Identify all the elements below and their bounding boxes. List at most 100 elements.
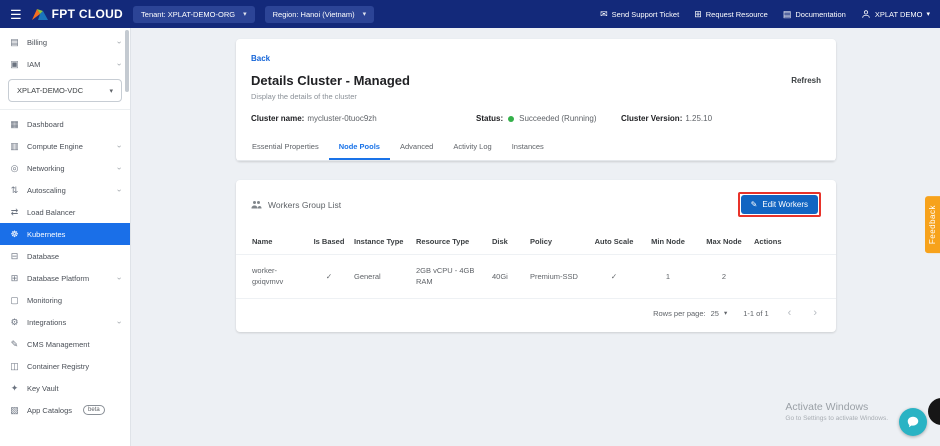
pagination-range: 1-1 of 1 [743,309,768,318]
navbar-right: ✉ Send Support Ticket ⊞ Request Resource… [600,9,930,19]
workers-group-card: Workers Group List ✎ Edit Workers Name I… [236,180,836,332]
tab-advanced[interactable]: Advanced [390,134,443,160]
tab-activity-log[interactable]: Activity Log [443,134,501,160]
send-support-ticket-link[interactable]: ✉ Send Support Ticket [600,10,679,19]
cluster-version-label: Cluster Version: [621,114,682,123]
caret-down-icon: ▾ [243,10,247,18]
feedback-tab[interactable]: Feedback [925,196,940,253]
sidebar-item-label: IAM [27,60,40,69]
refresh-button[interactable]: Refresh [791,76,821,85]
logo-text: FPT CLOUD [52,7,123,21]
sidebar-item-autoscaling[interactable]: ⇅ Autoscaling › [0,179,130,201]
previous-page-button[interactable]: ‹ [785,308,795,319]
col-header-is-based: Is Based [306,229,352,254]
region-selector[interactable]: Region: Hanoi (Vietnam) ▾ [265,6,375,23]
sidebar-item-database[interactable]: ⊟ Database [0,245,130,267]
documentation-icon: ▤ [783,10,792,19]
back-link[interactable]: Back [251,54,270,63]
sidebar-item-iam[interactable]: ▣ IAM › [0,53,130,75]
chevron-down-icon: › [115,167,124,170]
sidebar-item-app-catalogs[interactable]: ▧ App Catalogs beta [0,399,130,421]
sidebar-divider [0,109,130,110]
cluster-version-value: 1.25.10 [685,114,712,123]
key-vault-icon: ✦ [9,383,20,394]
request-resource-icon: ⊞ [694,10,702,19]
worker-name-link[interactable]: worker-gxiqvmvv [252,255,304,298]
workers-group-title: Workers Group List [268,200,341,210]
sidebar-item-networking[interactable]: ◎ Networking › [0,157,130,179]
sidebar-item-database-platform[interactable]: ⊞ Database Platform › [0,267,130,289]
hamburger-menu-icon[interactable]: ☰ [10,8,22,21]
sidebar-item-label: Dashboard [27,120,64,129]
tab-node-pools[interactable]: Node Pools [329,134,390,160]
sidebar-item-label: App Catalogs [27,406,72,415]
sidebar-item-label: Container Registry [27,362,89,371]
table-pagination: Rows per page: 25 ▾ 1-1 of 1 ‹ › [236,299,836,330]
monitoring-icon: ▢ [9,295,20,306]
chevron-down-icon: › [115,277,124,280]
iam-icon: ▣ [9,59,20,70]
chevron-down-icon: › [115,145,124,148]
sidebar-item-billing[interactable]: ▤ Billing › [0,31,130,53]
user-menu[interactable]: XPLAT DEMO ▾ [861,9,930,19]
max-node-cell: 2 [696,261,752,292]
sidebar-item-label: Kubernetes [27,230,65,239]
fpt-cloud-logo[interactable]: FPT CLOUD [32,7,123,21]
cluster-name-value: mycluster-0tuoc9zh [307,114,376,123]
edit-workers-label: Edit Workers [762,200,808,209]
page-title: Details Cluster - Managed [251,73,410,88]
sidebar-item-cms-management[interactable]: ✎ CMS Management [0,333,130,355]
vdc-selected-value: XPLAT-DEMO-VDC [17,86,83,95]
request-resource-link[interactable]: ⊞ Request Resource [694,10,768,19]
resource-type-cell: 2GB vCPU - 4GB RAM [416,255,490,298]
sidebar-item-label: Key Vault [27,384,59,393]
sidebar-item-label: Database Platform [27,274,89,283]
status-label: Status: [476,114,503,123]
sidebar-scrollbar-thumb[interactable] [125,30,129,92]
workers-group-icon [251,200,262,209]
caret-down-icon: ▾ [926,10,930,18]
chevron-down-icon: › [115,63,124,66]
user-icon [861,9,871,19]
tenant-selector[interactable]: Tenant: XPLAT-DEMO-ORG ▾ [133,6,255,23]
sidebar-item-key-vault[interactable]: ✦ Key Vault [0,377,130,399]
sidebar-item-label: Integrations [27,318,66,327]
sidebar-item-container-registry[interactable]: ◫ Container Registry [0,355,130,377]
tab-essential-properties[interactable]: Essential Properties [242,134,329,160]
col-header-actions: Actions [754,229,798,254]
col-header-instance-type: Instance Type [354,229,414,254]
edit-workers-button[interactable]: ✎ Edit Workers [741,195,818,214]
col-header-resource-type: Resource Type [416,229,490,254]
sidebar-item-monitoring[interactable]: ▢ Monitoring [0,289,130,311]
col-header-auto-scale: Auto Scale [588,229,640,254]
networking-icon: ◎ [9,163,20,174]
status-dot-icon [508,116,514,122]
fpt-logo-mark [32,9,48,20]
sidebar-item-load-balancer[interactable]: ⇄ Load Balancer [0,201,130,223]
dashboard-icon: ▦ [9,119,20,130]
pencil-icon: ✎ [751,200,758,209]
sidebar-item-compute-engine[interactable]: ▥ Compute Engine › [0,135,130,157]
sidebar-item-integrations[interactable]: ⚙ Integrations › [0,311,130,333]
col-header-disk: Disk [492,229,528,254]
status-value: Succeeded (Running) [519,114,596,123]
cluster-info-row: Cluster name: mycluster-0tuoc9zh Status:… [251,114,821,123]
beta-badge: beta [83,405,105,415]
sidebar: ▤ Billing › ▣ IAM › XPLAT-DEMO-VDC ▾ ▦ D… [0,28,131,446]
sidebar-item-label: Load Balancer [27,208,75,217]
tenant-label: Tenant: XPLAT-DEMO-ORG [141,10,235,19]
sidebar-item-label: Networking [27,164,65,173]
sidebar-item-label: Monitoring [27,296,62,305]
vdc-selector[interactable]: XPLAT-DEMO-VDC ▾ [8,79,122,102]
documentation-link[interactable]: ▤ Documentation [783,10,846,19]
integrations-icon: ⚙ [9,317,20,328]
col-header-name: Name [252,229,304,254]
sidebar-item-kubernetes[interactable]: ☸ Kubernetes [0,223,130,245]
load-balancer-icon: ⇄ [9,207,20,218]
next-page-button[interactable]: › [810,308,820,319]
chat-support-widget[interactable] [899,408,927,436]
tab-instances[interactable]: Instances [502,134,554,160]
rows-per-page-select[interactable]: Rows per page: 25 ▾ [653,309,727,318]
sidebar-item-dashboard[interactable]: ▦ Dashboard [0,113,130,135]
sidebar-scrollbar[interactable] [125,30,129,444]
